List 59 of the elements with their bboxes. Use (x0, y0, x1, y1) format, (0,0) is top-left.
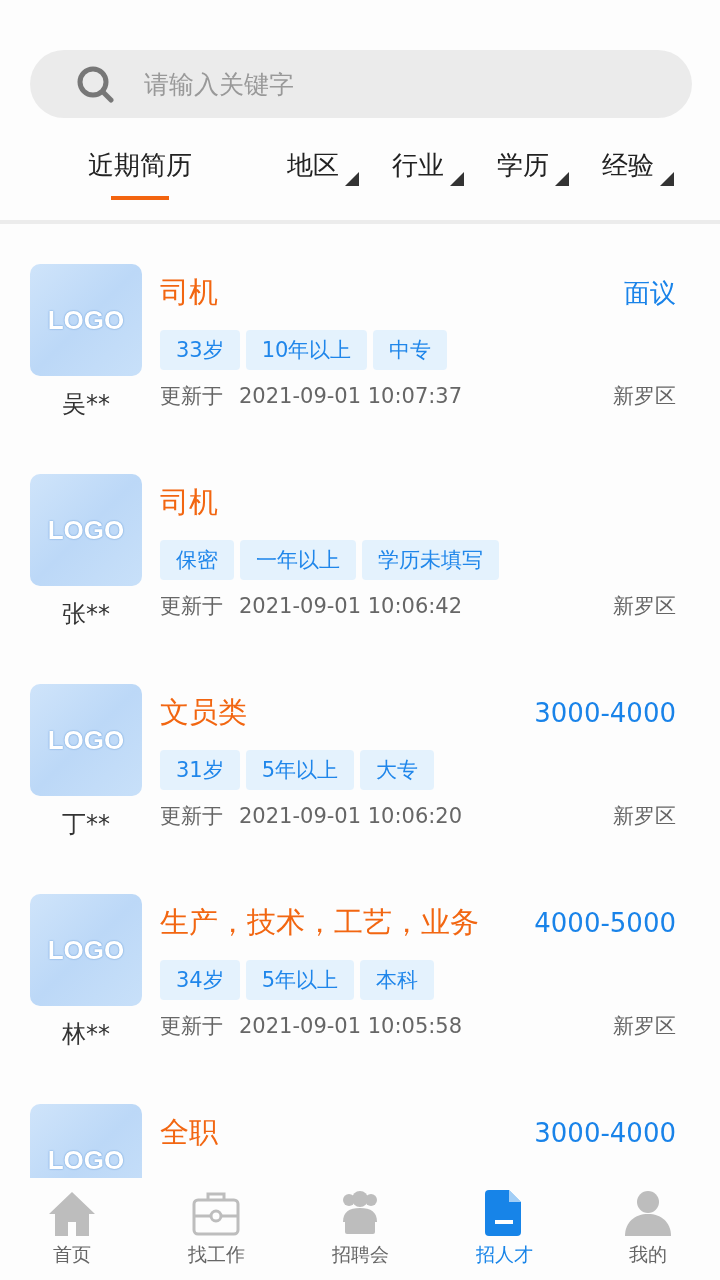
area: 新罗区 (613, 592, 676, 620)
filter-tab[interactable]: 学历 (497, 140, 549, 200)
info-tag: 大专 (360, 750, 435, 790)
updated-time: 2021-09-01 10:07:37 (239, 384, 463, 408)
area: 新罗区 (613, 802, 676, 830)
updated-time: 2021-09-01 10:05:58 (239, 1014, 463, 1038)
candidate-name: 张** (62, 599, 110, 630)
area: 新罗区 (613, 382, 676, 410)
info-tag: 5年以上 (245, 960, 355, 1000)
filter-tab[interactable]: 地区 (287, 140, 339, 200)
info-tag: 33岁 (160, 330, 240, 370)
info-tag: 一年以上 (240, 540, 356, 580)
job-title[interactable]: 文员类 (160, 693, 247, 733)
filter-tab[interactable]: 行业 (392, 140, 444, 200)
updated-label: 更新于 (160, 803, 223, 830)
info-tag: 10年以上 (245, 330, 368, 370)
filter-tab[interactable]: 经验 (602, 140, 654, 200)
search-icon (76, 65, 114, 103)
dropdown-triangle-icon (555, 172, 569, 186)
dropdown-triangle-icon (660, 172, 674, 186)
candidate-name: 林** (62, 1019, 110, 1050)
info-tag: 保密 (160, 540, 234, 580)
nav-item[interactable]: 招聘会 (288, 1178, 432, 1280)
logo-text: LOGO (47, 934, 125, 966)
logo-text: LOGO (47, 724, 125, 756)
dropdown-triangle-icon (450, 172, 464, 186)
updated-label: 更新于 (160, 1013, 223, 1040)
area: 新罗区 (613, 1012, 676, 1040)
search-field[interactable]: 请输入关键字 (30, 50, 692, 118)
updated-label: 更新于 (160, 593, 223, 620)
logo-text: LOGO (47, 1144, 125, 1176)
info-tag: 31岁 (160, 750, 240, 790)
info-tag: 5年以上 (245, 750, 355, 790)
filter-tab[interactable]: 近期简历 (88, 140, 192, 200)
nav-item[interactable]: 首页 (0, 1178, 144, 1280)
job-title[interactable]: 生产，技术，工艺，业务 (160, 903, 479, 943)
updated-label: 更新于 (160, 383, 223, 410)
info-tag: 学历未填写 (362, 540, 499, 580)
logo-text: LOGO (47, 304, 125, 336)
salary: 3000-4000 (534, 698, 676, 728)
job-title[interactable]: 司机 (160, 483, 218, 523)
salary: 4000-5000 (534, 908, 676, 938)
salary: 面议 (624, 276, 676, 310)
nav-item[interactable]: 我的 (576, 1178, 720, 1280)
logo-text: LOGO (47, 514, 125, 546)
dropdown-triangle-icon (345, 172, 359, 186)
salary: 3000-4000 (534, 1118, 676, 1148)
info-tag: 34岁 (160, 960, 240, 1000)
info-tag: 本科 (360, 960, 435, 1000)
job-title[interactable]: 司机 (160, 273, 218, 313)
candidate-name: 吴** (62, 389, 110, 420)
updated-time: 2021-09-01 10:06:42 (239, 594, 463, 618)
job-title[interactable]: 全职 (160, 1113, 218, 1153)
candidate-name: 丁** (62, 809, 110, 840)
person-icon (623, 1188, 673, 1238)
info-tag: 中专 (373, 330, 448, 370)
nav-item[interactable]: 找工作 (144, 1178, 288, 1280)
nav-item[interactable]: 招人才 (432, 1178, 576, 1280)
updated-time: 2021-09-01 10:06:20 (239, 804, 463, 828)
